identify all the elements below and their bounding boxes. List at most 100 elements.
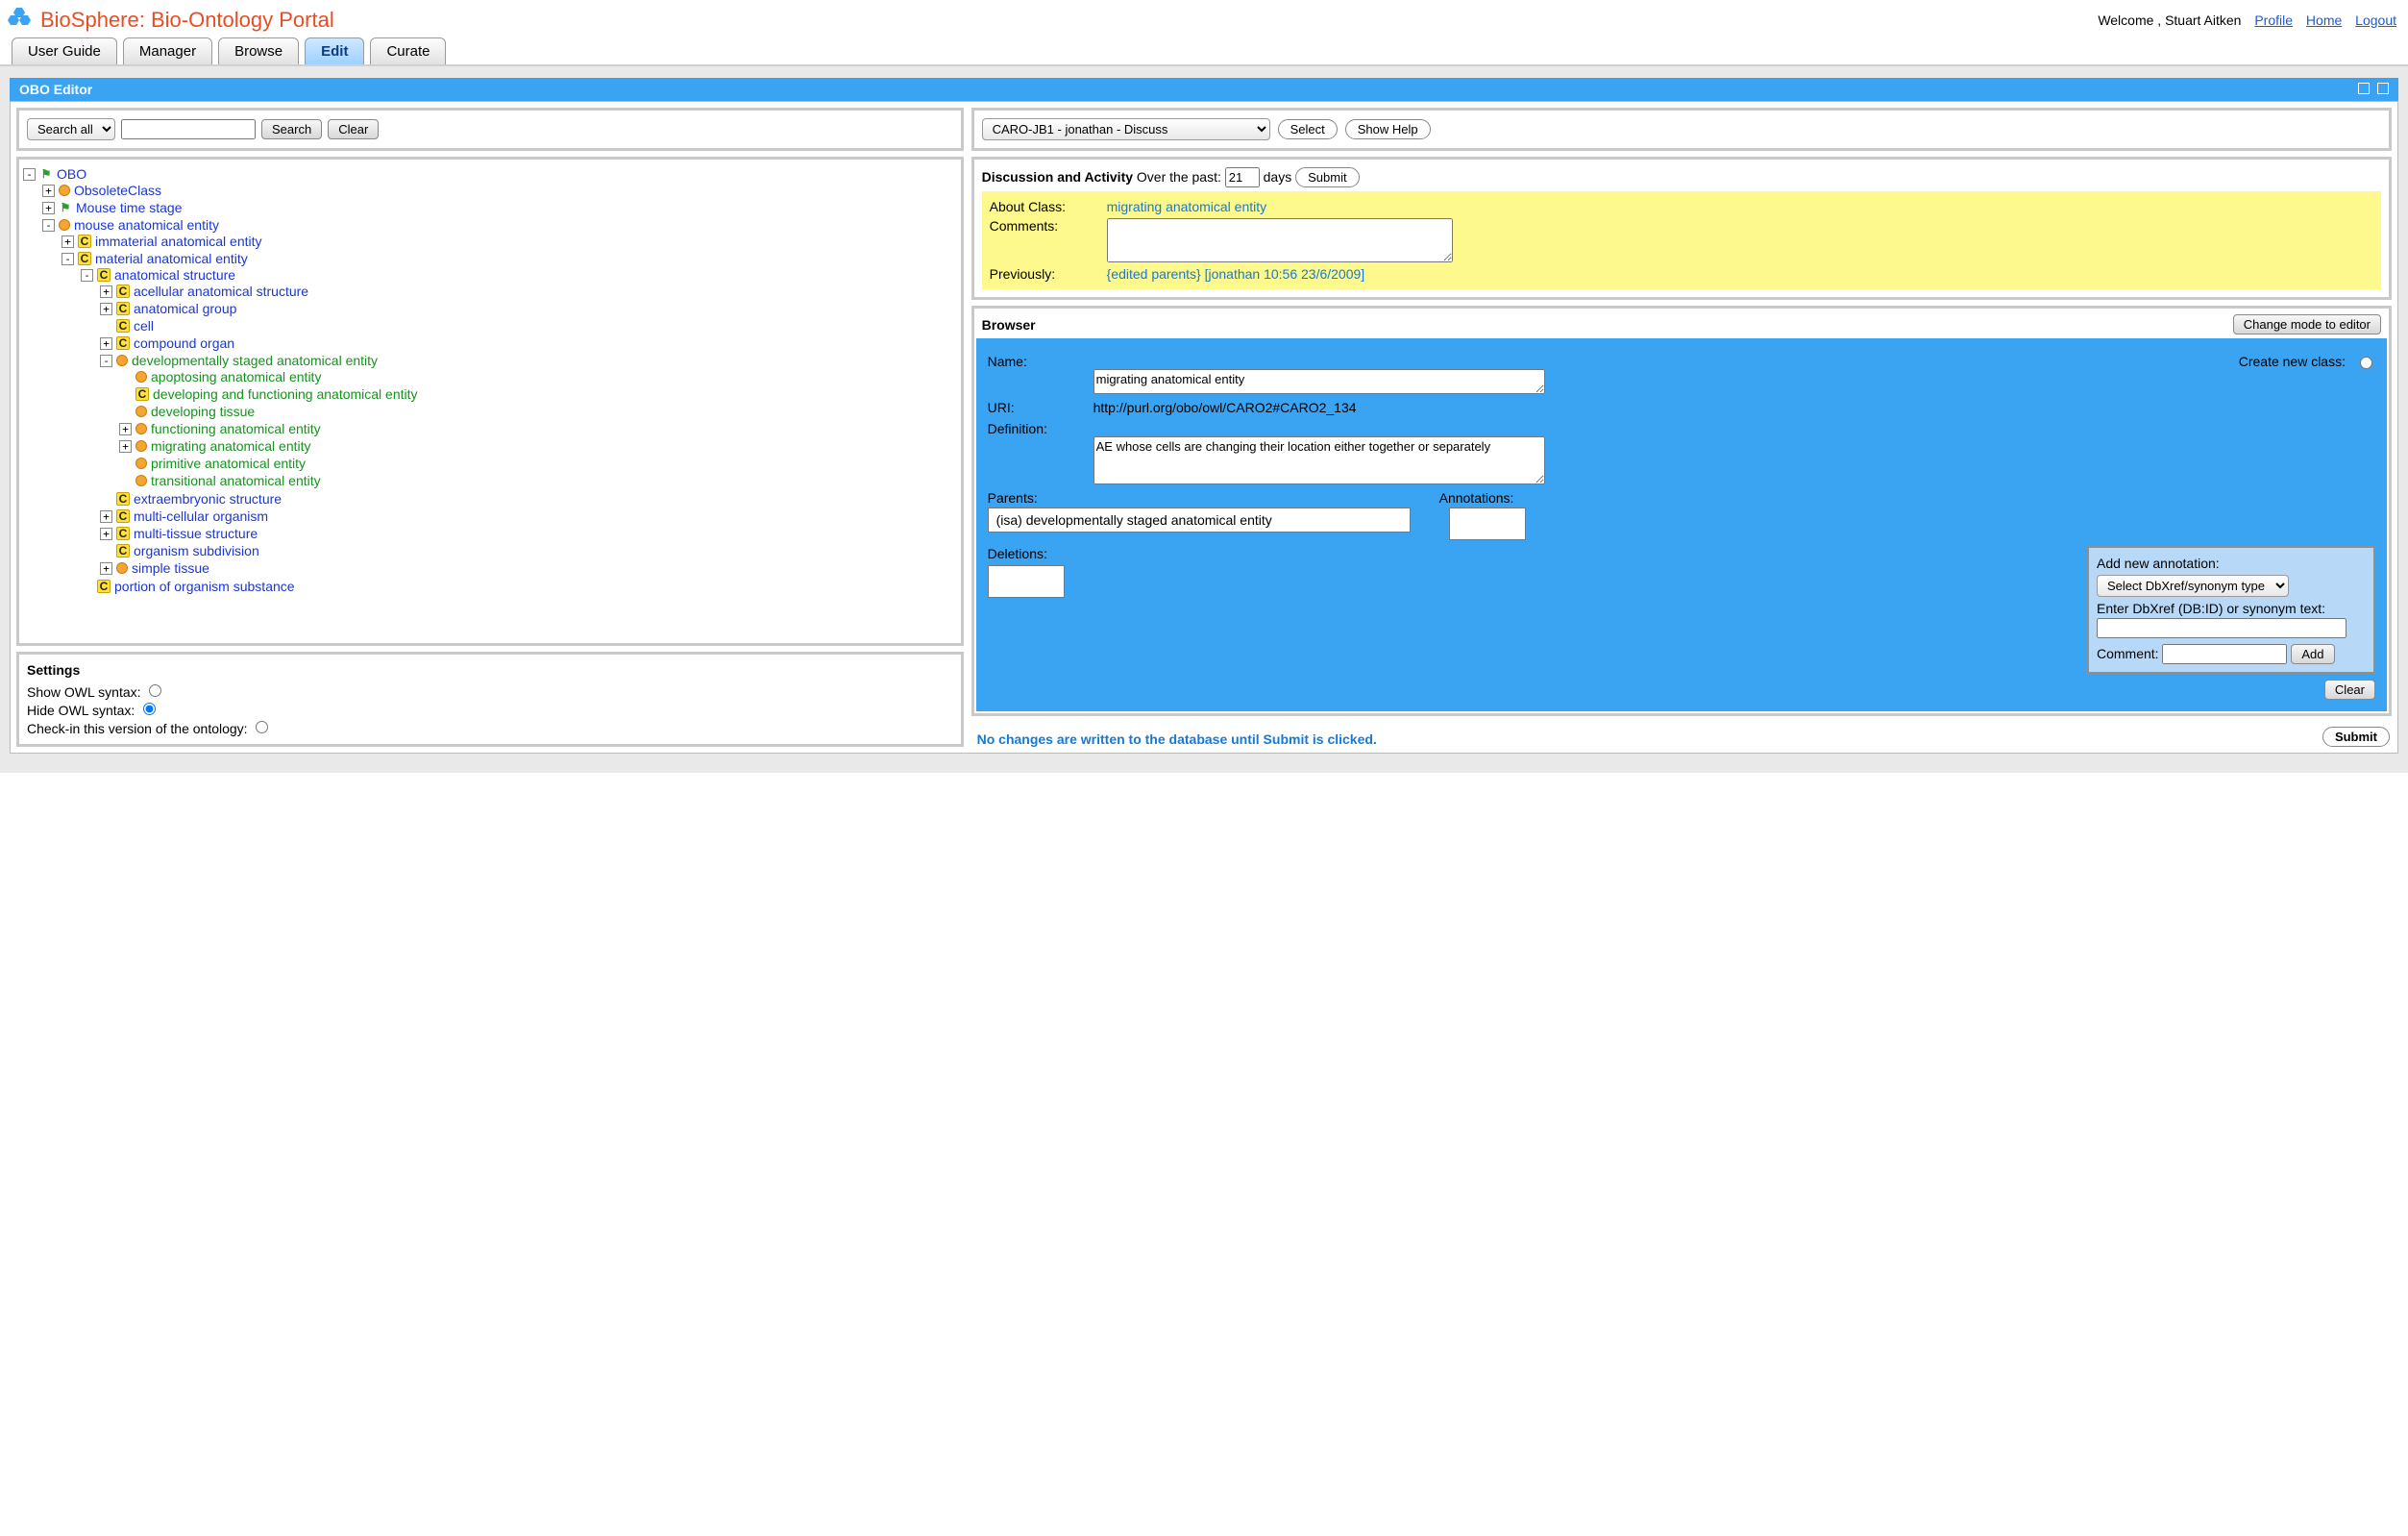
userbar: Welcome , Stuart Aitken Profile Home Log… — [2098, 12, 2396, 28]
tree-node[interactable]: mouse anatomical entity — [74, 217, 219, 233]
tree-node[interactable]: multi-tissue structure — [134, 526, 258, 541]
c-icon: C — [116, 302, 130, 315]
expander-icon[interactable]: + — [100, 303, 112, 315]
tree-node[interactable]: primitive anatomical entity — [151, 456, 306, 471]
flag-icon: ⚑ — [59, 201, 72, 214]
home-link[interactable]: Home — [2306, 12, 2342, 28]
search-input[interactable] — [121, 119, 256, 139]
checkin-row: Check-in this version of the ontology: — [27, 718, 953, 736]
settings-header: Settings — [27, 662, 953, 678]
tree-node[interactable]: developmentally staged anatomical entity — [132, 353, 378, 368]
expander-icon[interactable]: - — [42, 219, 55, 232]
expander-icon[interactable]: + — [100, 562, 112, 575]
flag-icon: ⚑ — [39, 167, 53, 181]
annotation-type-select[interactable]: Select DbXref/synonym type — [2097, 575, 2289, 597]
tree-node[interactable]: developing and functioning anatomical en… — [153, 386, 418, 402]
tree-node-obo[interactable]: OBO — [57, 166, 86, 182]
discussion-submit-button[interactable]: Submit — [1295, 167, 1359, 187]
show-help-button[interactable]: Show Help — [1345, 119, 1431, 139]
tab-userguide[interactable]: User Guide — [12, 37, 117, 64]
tree-node[interactable]: cell — [134, 318, 154, 334]
c-icon: C — [116, 285, 130, 298]
deletions-box[interactable] — [988, 565, 1065, 598]
tree-node[interactable]: extraembryonic structure — [134, 491, 282, 507]
changeset-select[interactable]: CARO-JB1 - jonathan - Discuss — [982, 118, 1270, 140]
checkin-radio[interactable] — [256, 721, 268, 733]
tree-node[interactable]: anatomical structure — [114, 267, 235, 283]
brand-title: BioSphere: Bio-Ontology Portal — [40, 8, 334, 33]
select-button[interactable]: Select — [1278, 119, 1338, 139]
expander-icon[interactable]: + — [100, 285, 112, 298]
tree-node[interactable]: multi-cellular organism — [134, 508, 268, 524]
expander-icon[interactable]: - — [81, 269, 93, 282]
expander-icon[interactable]: - — [23, 168, 36, 181]
browser-clear-button[interactable]: Clear — [2324, 680, 2375, 700]
search-scope-select[interactable]: Search all — [27, 118, 115, 140]
tree-node-migrating[interactable]: migrating anatomical entity — [151, 438, 311, 454]
tree-node[interactable]: developing tissue — [151, 404, 255, 419]
c-icon: C — [116, 336, 130, 350]
class-icon — [135, 406, 147, 417]
settings-panel: Settings Show OWL syntax: Hide OWL synta… — [16, 652, 964, 747]
tree-node[interactable]: acellular anatomical structure — [134, 284, 308, 299]
previously-label: Previously: — [990, 266, 1095, 282]
footer-submit-button[interactable]: Submit — [2322, 727, 2390, 747]
dbxref-input[interactable] — [2097, 618, 2347, 638]
uri-value: http://purl.org/obo/owl/CARO2#CARO2_134 — [1093, 400, 1357, 415]
panel-title: OBO Editor — [19, 82, 92, 97]
definition-textarea[interactable] — [1093, 436, 1545, 484]
create-new-class-radio[interactable] — [2360, 357, 2372, 369]
change-mode-button[interactable]: Change mode to editor — [2233, 314, 2381, 334]
c-icon: C — [97, 268, 111, 282]
class-icon — [116, 562, 128, 574]
parents-box[interactable]: (isa) developmentally staged anatomical … — [988, 508, 1411, 533]
expander-icon[interactable]: + — [100, 528, 112, 540]
annotations-box[interactable] — [1449, 508, 1526, 540]
expander-icon[interactable]: - — [100, 355, 112, 367]
add-annotation-button[interactable]: Add — [2291, 644, 2334, 664]
days-input[interactable] — [1225, 167, 1260, 187]
tree-node[interactable]: simple tissue — [132, 560, 209, 576]
tab-browse[interactable]: Browse — [218, 37, 299, 64]
hide-owl-radio[interactable] — [143, 703, 156, 715]
tree-node[interactable]: Mouse time stage — [76, 200, 183, 215]
aboutclass-value[interactable]: migrating anatomical entity — [1107, 199, 1267, 214]
annotations-label: Annotations: — [1439, 490, 1514, 506]
expander-icon[interactable]: + — [42, 185, 55, 197]
expander-icon[interactable]: + — [100, 510, 112, 523]
show-owl-radio[interactable] — [149, 684, 161, 697]
profile-link[interactable]: Profile — [2254, 12, 2293, 28]
tab-curate[interactable]: Curate — [370, 37, 446, 64]
logout-link[interactable]: Logout — [2355, 12, 2396, 28]
tree-node[interactable]: transitional anatomical entity — [151, 473, 321, 488]
class-icon — [135, 371, 147, 383]
name-textarea[interactable] — [1093, 369, 1545, 394]
tree-node[interactable]: organism subdivision — [134, 543, 259, 558]
tree-node[interactable]: anatomical group — [134, 301, 236, 316]
annotation-comment-input[interactable] — [2162, 644, 2287, 664]
expander-icon[interactable]: + — [100, 337, 112, 350]
expander-icon[interactable]: + — [119, 440, 132, 453]
expander-icon[interactable]: + — [119, 423, 132, 435]
expander-icon[interactable]: + — [42, 202, 55, 214]
search-button[interactable]: Search — [261, 119, 322, 139]
c-icon: C — [116, 544, 130, 557]
minimize-icon[interactable] — [2358, 83, 2370, 94]
tab-manager[interactable]: Manager — [123, 37, 212, 64]
tree-node[interactable]: functioning anatomical entity — [151, 421, 321, 436]
expander-icon[interactable]: + — [61, 235, 74, 248]
tree-node[interactable]: immaterial anatomical entity — [95, 234, 262, 249]
definition-label: Definition: — [988, 421, 1084, 436]
search-clear-button[interactable]: Clear — [328, 119, 379, 139]
tree-node[interactable]: apoptosing anatomical entity — [151, 369, 321, 384]
aboutclass-label: About Class: — [990, 199, 1095, 214]
tree-node[interactable]: compound organ — [134, 335, 234, 351]
tree-node[interactable]: material anatomical entity — [95, 251, 248, 266]
tree-node[interactable]: ObsoleteClass — [74, 183, 161, 198]
tree-node[interactable]: portion of organism substance — [114, 579, 295, 594]
class-icon — [135, 423, 147, 434]
tab-edit[interactable]: Edit — [305, 37, 364, 64]
expander-icon[interactable]: - — [61, 253, 74, 265]
comments-textarea[interactable] — [1107, 218, 1453, 262]
maximize-icon[interactable] — [2377, 83, 2389, 94]
